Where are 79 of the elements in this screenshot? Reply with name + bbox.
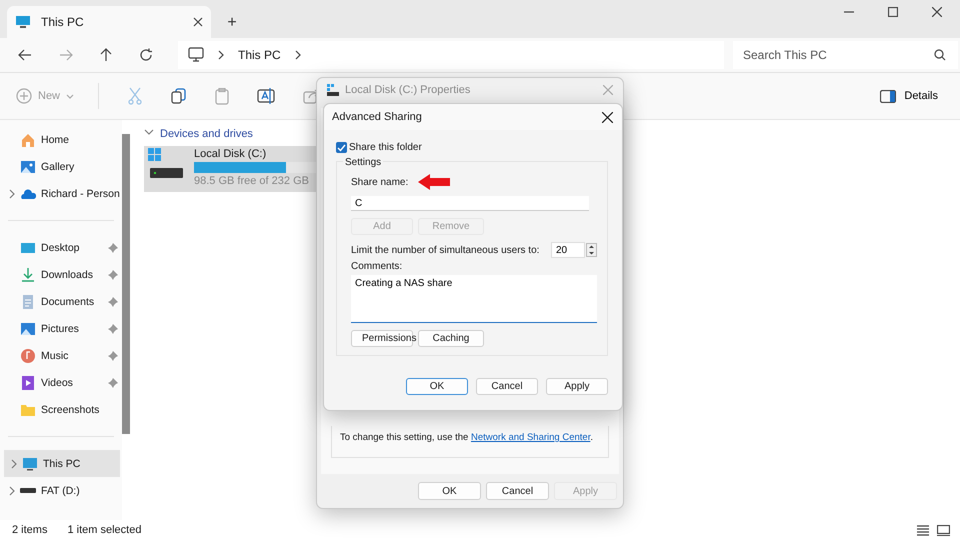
sidebar-item[interactable]: Pictures	[0, 315, 120, 342]
sidebar-item[interactable]: Gallery	[0, 153, 120, 180]
music-icon	[20, 348, 36, 364]
picture-icon	[20, 158, 36, 174]
dialog-button[interactable]: OK	[406, 378, 468, 395]
chevron-icon[interactable]	[9, 486, 15, 496]
clipboard-icon[interactable]	[215, 88, 230, 104]
sidebar-item[interactable]: Screenshots	[0, 396, 120, 423]
monitor-icon	[188, 47, 204, 63]
spin-arrows-icon[interactable]	[586, 243, 597, 257]
field-label: Share name:	[351, 176, 408, 188]
plus-icon	[16, 88, 32, 104]
close-icon[interactable]	[602, 112, 613, 122]
user-limit-field[interactable]: 20	[551, 242, 585, 258]
item-count: 2 items	[12, 524, 48, 536]
drive-icon	[148, 148, 184, 180]
scrollbar-thumb[interactable]	[122, 134, 130, 434]
arrow-annotation-icon	[418, 174, 450, 190]
sidebar-item[interactable]: Downloads	[0, 261, 120, 288]
section-header[interactable]: Devices and drives	[144, 128, 960, 140]
tab-title: This PC	[41, 15, 85, 29]
drive-free-space: 98.5 GB free of 232 GB	[194, 175, 310, 187]
back-arrow-icon[interactable]	[18, 49, 32, 61]
dialog-button[interactable]: Cancel	[486, 482, 549, 500]
dialog-title: Advanced Sharing	[332, 111, 423, 123]
sidebar-item[interactable]: Richard - Person	[0, 180, 120, 207]
rename-icon[interactable]	[257, 87, 276, 105]
search-icon[interactable]	[934, 49, 946, 61]
chevron-icon[interactable]	[11, 458, 17, 468]
refresh-icon[interactable]	[139, 48, 153, 62]
sidebar-item[interactable]: Music	[0, 342, 120, 369]
sidebar-item[interactable]: Documents	[0, 288, 120, 315]
new-tab-button[interactable]: +	[215, 8, 249, 38]
dialog-title: Local Disk (C:) Properties	[345, 84, 472, 96]
selection-count: 1 item selected	[67, 524, 142, 536]
details-button[interactable]: Details	[880, 90, 938, 102]
house-icon	[20, 132, 36, 148]
chevron-icon[interactable]	[9, 188, 15, 198]
copy-icon[interactable]	[171, 88, 188, 104]
group-label: Settings	[343, 157, 384, 168]
chevron-icon	[218, 50, 224, 60]
close-icon[interactable]	[932, 7, 942, 17]
maximize-icon[interactable]	[888, 7, 898, 17]
picture-icon	[20, 320, 36, 336]
share-name-field[interactable]: C	[351, 196, 589, 211]
dialog-button[interactable]: OK	[418, 482, 481, 500]
checkmark-icon	[337, 144, 346, 152]
dialog-button[interactable]: Caching	[418, 330, 484, 347]
address-bar[interactable]: This PC	[178, 41, 724, 69]
field-label: Limit the number of simultaneous users to:	[351, 244, 540, 256]
caret-icon	[66, 94, 74, 98]
close-icon[interactable]	[193, 17, 203, 27]
sidebar-item[interactable]: Videos	[0, 369, 120, 396]
browser-tab[interactable]: This PC	[7, 6, 211, 38]
panel-icon	[880, 90, 896, 102]
dialog-button[interactable]: Apply	[546, 378, 608, 395]
drive-icon	[327, 84, 339, 96]
sidebar-item[interactable]: Desktop	[0, 234, 120, 261]
chevron-icon	[294, 50, 301, 60]
sidebar-item[interactable]: Home	[0, 126, 120, 153]
up-arrow-icon[interactable]	[100, 48, 112, 62]
search-field[interactable]: Search This PC	[733, 41, 958, 69]
monitor-icon	[15, 15, 31, 29]
drive-icon	[20, 488, 36, 493]
document-icon	[20, 294, 36, 310]
monitor-icon	[22, 456, 38, 472]
video-icon	[20, 374, 36, 390]
sidebar-item[interactable]: FAT (D:)	[0, 477, 120, 504]
drive-name: Local Disk (C:)	[194, 148, 268, 160]
breadcrumb[interactable]: This PC	[238, 48, 281, 62]
dialog-button[interactable]: Cancel	[476, 378, 538, 395]
field-label: Comments:	[351, 261, 404, 272]
tile-view-icon[interactable]	[937, 524, 950, 536]
sharing-center-link[interactable]: Network and Sharing Center	[470, 432, 590, 443]
download-icon	[20, 266, 36, 282]
info-text: To change this setting, use the Network and Sharing Center.	[340, 432, 594, 443]
comments-field[interactable]: Creating a NAS share	[351, 275, 597, 323]
list-view-icon[interactable]	[917, 524, 929, 536]
sidebar-item[interactable]: This PC	[4, 450, 120, 477]
